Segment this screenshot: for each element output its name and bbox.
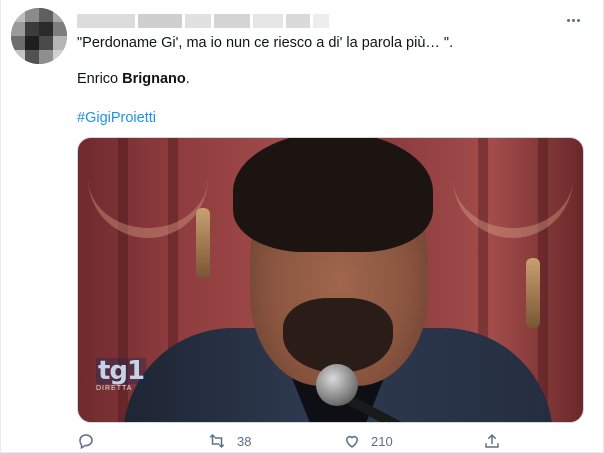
retweet-button[interactable]: 38	[207, 432, 251, 450]
tweet-media-image[interactable]: tg1 DIRETTA	[77, 137, 584, 423]
author-first-name: Enrico	[77, 71, 123, 87]
like-button[interactable]: 210	[343, 432, 393, 450]
tg1-logo-subtext: DIRETTA	[96, 385, 133, 392]
user-name-redacted[interactable]	[77, 14, 329, 28]
heart-icon	[345, 435, 359, 448]
retweet-icon	[209, 433, 225, 449]
reply-icon	[79, 434, 93, 450]
tweet-actions: 38 210	[77, 432, 507, 452]
share-button[interactable]	[483, 432, 501, 450]
tweet-text-quote: "Perdoname Gi', ma io nun ce riesco a di…	[77, 35, 454, 51]
curtain-tassel	[196, 208, 210, 278]
author-last-name: Brignano	[122, 71, 186, 87]
hashtag-link[interactable]: #GigiProietti	[77, 109, 156, 127]
reply-button[interactable]	[77, 432, 95, 450]
avatar[interactable]	[11, 8, 67, 64]
microphone	[316, 364, 358, 406]
curtain-drape	[453, 148, 573, 238]
tweet-card: "Perdoname Gi', ma io nun ce riesco a di…	[0, 0, 604, 453]
retweet-count: 38	[237, 433, 252, 449]
person-beard	[283, 298, 393, 373]
share-icon	[485, 433, 499, 448]
curtain-tassel	[526, 258, 540, 328]
author-punctuation: .	[185, 71, 190, 87]
like-count: 210	[371, 433, 393, 449]
tg1-logo-text: tg1	[96, 356, 147, 386]
tg1-logo: tg1 DIRETTA	[96, 356, 147, 392]
tweet-text-author: Enrico Brignano.	[77, 70, 190, 88]
more-options-icon[interactable]	[563, 10, 583, 30]
curtain-drape	[88, 148, 208, 238]
person-hair	[233, 138, 433, 252]
